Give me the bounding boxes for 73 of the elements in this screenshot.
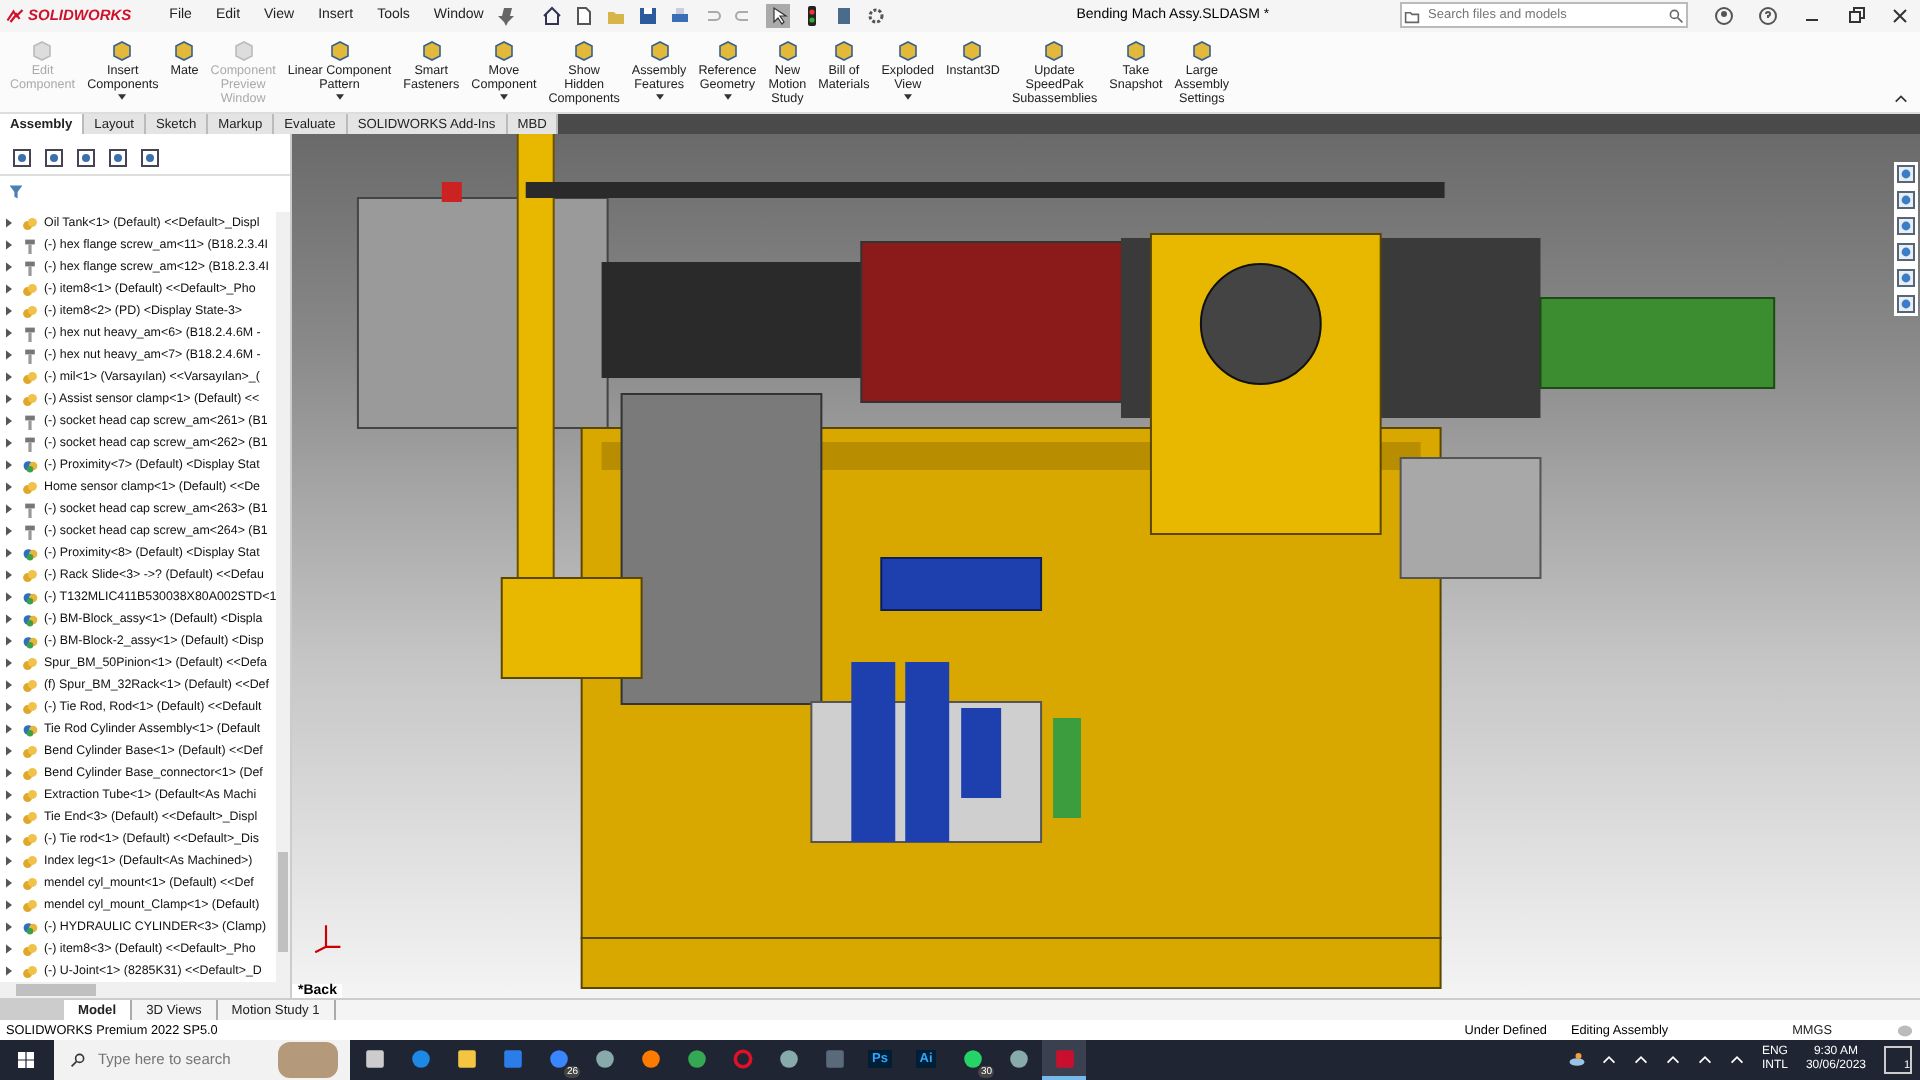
assembly-icon [22,919,38,936]
caret-icon[interactable] [118,94,127,101]
part-icon [22,479,38,496]
assembly-icon [22,545,38,562]
task-view-icon [363,1048,385,1071]
screw-icon [22,413,38,430]
taskbar-app-button[interactable] [1042,1039,1086,1080]
collapse-icon[interactable] [1894,93,1908,104]
select-icon[interactable] [765,3,790,28]
logo-icon [6,7,24,24]
app-icon [593,1048,615,1071]
cube-icon [231,37,256,62]
restore-icon[interactable] [1846,5,1866,26]
screw-icon [22,347,38,364]
save-icon[interactable] [637,5,658,26]
caret-icon[interactable] [723,94,732,101]
cube-icon [419,37,444,62]
cube-icon [1042,37,1067,62]
pin-icon[interactable] [497,5,518,26]
weather-icon[interactable] [1567,1050,1586,1069]
cube-icon [647,37,672,62]
search-icon [70,1051,86,1068]
screw-icon [22,237,38,254]
screw-icon [22,259,38,276]
screw-icon [22,435,38,452]
caret-icon[interactable] [655,94,664,101]
filter-icon[interactable] [8,184,24,201]
cube-icon [831,37,856,62]
help-icon[interactable] [1758,5,1778,26]
calculator-icon [823,1048,845,1071]
caret-icon[interactable] [903,94,912,101]
settings-icon[interactable] [865,5,886,26]
envelope-icon [547,1048,569,1071]
chat-bubble-icon [961,1048,983,1071]
app-icon [777,1048,799,1071]
cube-icon [1123,37,1148,62]
cube-icon [895,37,920,62]
caret-icon[interactable] [499,94,508,101]
user-icon[interactable] [1714,5,1734,26]
ring-icon [731,1048,753,1071]
part-icon [22,567,38,584]
cube-icon [572,37,597,62]
cube-icon [172,37,197,62]
chevron-up-icon[interactable] [1599,1050,1618,1069]
cube-icon [327,37,352,62]
cube-icon [30,37,55,62]
cube-icon [491,37,516,62]
part-icon [22,215,38,232]
screw-icon [22,325,38,342]
cube-icon [1189,37,1214,62]
cube-icon [110,37,135,62]
screw-icon [22,523,38,540]
browser-icon [685,1048,707,1071]
feature-tree-icon[interactable] [12,148,32,169]
assembly-icon [22,721,38,738]
bag-icon [501,1048,523,1071]
app-icon [1007,1048,1029,1071]
cube-icon [960,37,985,62]
app-icon [1053,1048,1075,1071]
cube-icon [775,37,800,62]
caret-icon[interactable] [335,94,344,101]
browser-icon [639,1048,661,1071]
close-icon[interactable] [1890,5,1910,26]
screw-icon [22,501,38,518]
print-icon[interactable] [669,5,690,26]
browser-icon [409,1048,431,1071]
new-document-icon[interactable] [573,5,594,26]
search-icon[interactable] [1668,7,1684,24]
cube-icon [715,37,740,62]
scrollbar[interactable] [0,982,290,999]
assembly-icon [22,457,38,474]
search-highlight-picture [278,1041,338,1078]
scrollbar[interactable] [276,212,290,983]
